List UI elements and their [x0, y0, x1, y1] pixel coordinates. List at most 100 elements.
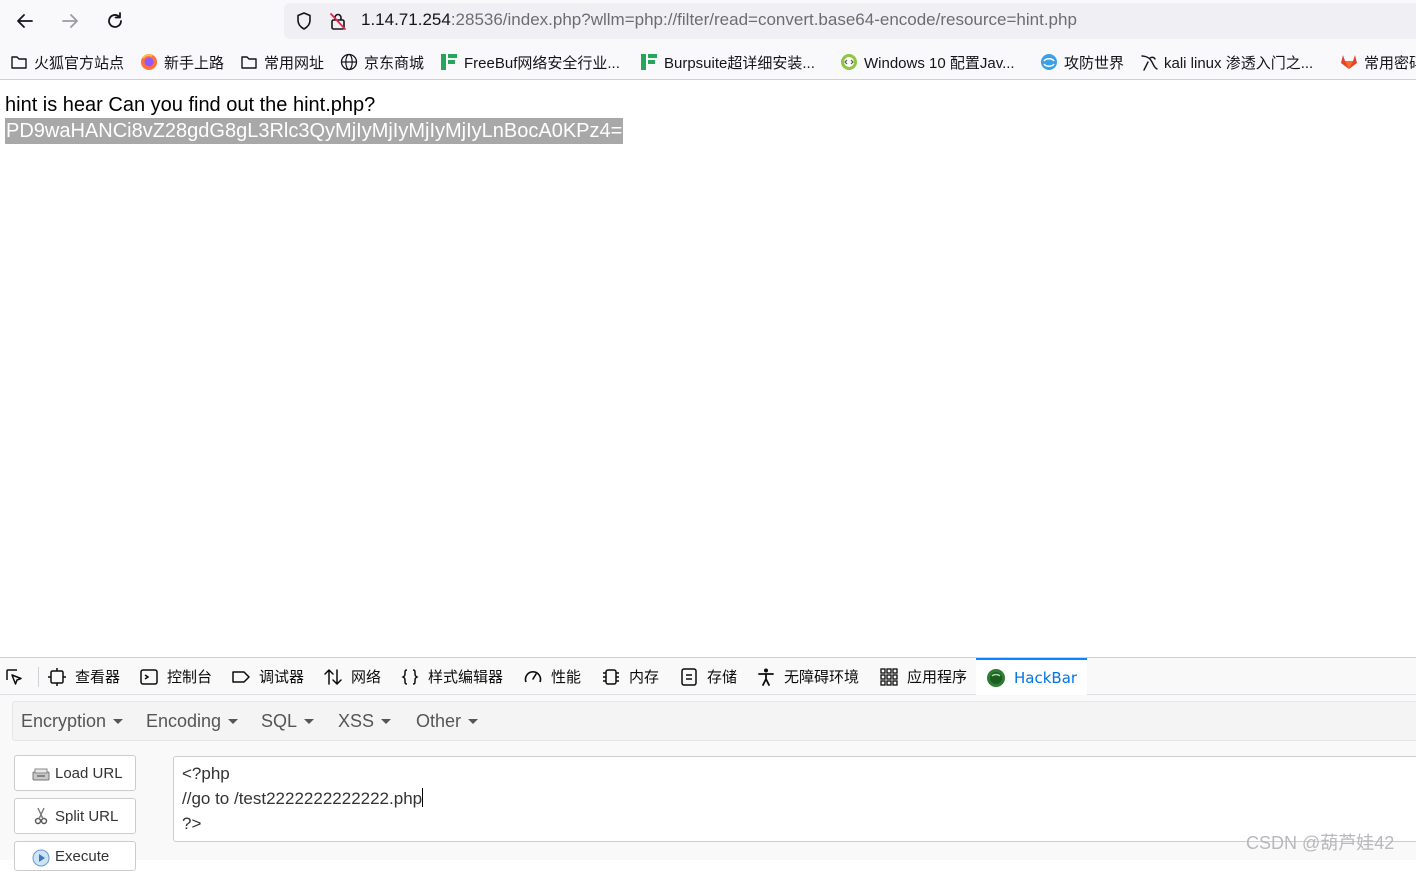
- inspector-icon: [48, 667, 66, 686]
- caret-down-icon: [228, 719, 239, 724]
- braces-icon: [401, 668, 419, 685]
- textarea-line: //go to /test2222222222222.php: [182, 789, 423, 808]
- button-label: Load URL: [55, 764, 123, 782]
- tab-console[interactable]: 控制台: [139, 658, 212, 695]
- bookmark-item[interactable]: FreeBuf网络安全行业...: [440, 51, 620, 73]
- menu-other[interactable]: Other: [416, 711, 479, 732]
- shield-icon[interactable]: [294, 11, 314, 31]
- reload-button[interactable]: [100, 6, 130, 36]
- menu-label: Encryption: [21, 711, 107, 731]
- tab-network[interactable]: 网络: [323, 658, 381, 695]
- textarea-line-with-cursor: //go to /test2222222222222.php: [182, 786, 1414, 811]
- tab-label: 应用程序: [907, 668, 968, 686]
- watermark: CSDN @葫芦娃42: [1246, 833, 1395, 853]
- arrow-left-icon: [17, 14, 33, 28]
- tab-inspector[interactable]: 查看器: [47, 658, 120, 695]
- back-button[interactable]: [10, 6, 40, 36]
- execute-button[interactable]: Execute: [14, 841, 136, 871]
- bookmark-label: 京东商城: [364, 54, 425, 72]
- url-path: :28536/index.php?wllm=php://filter/read=…: [450, 10, 1077, 29]
- storage-icon: [681, 667, 697, 686]
- tab-memory[interactable]: 内存: [601, 658, 659, 695]
- tab-style-editor[interactable]: 样式编辑器: [400, 658, 503, 695]
- bookmark-item[interactable]: 常用密码: [1340, 51, 1416, 73]
- url-host: 1.14.71.254: [361, 10, 451, 29]
- tab-label: 样式编辑器: [428, 668, 504, 686]
- menu-label: Other: [416, 711, 462, 731]
- insecure-lock-icon[interactable]: [328, 11, 348, 31]
- bookmark-label: kali linux 渗透入门之...: [1164, 54, 1314, 72]
- tab-label: 控制台: [167, 668, 213, 686]
- bookmark-label: Windows 10 配置Jav...: [864, 54, 1015, 72]
- arrow-right-icon: [62, 14, 78, 28]
- bookmark-item[interactable]: Burpsuite超详细安装...: [640, 51, 815, 73]
- tab-hackbar[interactable]: HackBar: [976, 658, 1088, 695]
- kali-icon: [1141, 55, 1158, 71]
- load-url-icon: [32, 768, 50, 781]
- hackbar-menu: Encryption Encoding SQL XSS Other: [12, 701, 1416, 741]
- element-picker-button[interactable]: [4, 658, 32, 695]
- bookmark-item[interactable]: kali linux 渗透入门之...: [1140, 51, 1313, 73]
- bookmark-label: Burpsuite超详细安装...: [664, 54, 815, 72]
- menu-label: XSS: [338, 711, 375, 731]
- url-bar[interactable]: 1.14.71.254:28536/index.php?wllm=php://f…: [284, 3, 1416, 39]
- play-icon: [32, 849, 50, 867]
- code-icon: [841, 54, 857, 70]
- url-text[interactable]: 1.14.71.254:28536/index.php?wllm=php://f…: [361, 10, 1077, 30]
- bookmark-item[interactable]: 新手上路: [140, 51, 224, 73]
- forward-button[interactable]: [55, 6, 85, 36]
- reload-icon: [108, 12, 122, 28]
- menu-label: Encoding: [146, 711, 222, 731]
- bookmark-item[interactable]: Windows 10 配置Jav...: [840, 51, 1015, 73]
- menu-encryption[interactable]: Encryption: [21, 711, 124, 732]
- tab-accessibility[interactable]: 无障碍环境: [756, 658, 859, 695]
- bookmark-item[interactable]: 常用网址: [240, 51, 324, 73]
- page-content: hint is hear Can you find out the hint.p…: [5, 92, 624, 144]
- tab-storage[interactable]: 存储: [679, 658, 737, 695]
- button-label: Split URL: [55, 807, 119, 825]
- element-picker-icon: [6, 668, 22, 685]
- base64-output[interactable]: PD9waHANCi8vZ28gdG8gL3Rlc3QyMjIyMjIyMjIy…: [5, 118, 624, 144]
- menu-sql[interactable]: SQL: [261, 711, 315, 732]
- tab-label: 网络: [351, 668, 382, 686]
- tab-debugger[interactable]: 调试器: [231, 658, 304, 695]
- network-icon: [324, 668, 342, 685]
- bookmark-item[interactable]: 攻防世界: [1040, 51, 1124, 73]
- devtools-tabbar: 查看器 控制台 调试器 网络 样式编辑器 性能 内存 存储 无障碍环境 应用程序…: [0, 658, 1416, 695]
- caret-down-icon: [304, 719, 315, 724]
- bookmark-label: 新手上路: [164, 54, 225, 72]
- hackbar-icon: [987, 668, 1005, 687]
- tab-label: 内存: [629, 668, 660, 686]
- menu-xss[interactable]: XSS: [338, 711, 392, 732]
- tab-label: 性能: [551, 668, 582, 686]
- globe-icon: [340, 53, 358, 71]
- bookmark-item[interactable]: 火狐官方站点: [10, 51, 124, 73]
- bookmark-item[interactable]: 京东商城: [340, 51, 424, 73]
- hackbar-url-textarea[interactable]: <?php //go to /test2222222222222.php ?>: [173, 756, 1416, 842]
- bookmark-label: FreeBuf网络安全行业...: [464, 54, 620, 72]
- tab-application[interactable]: 应用程序: [879, 658, 967, 695]
- bookmark-label: 常用网址: [264, 54, 325, 72]
- tab-label: 存储: [707, 668, 738, 686]
- tab-label: 调试器: [259, 668, 305, 686]
- hint-text: hint is hear Can you find out the hint.p…: [5, 94, 376, 116]
- console-icon: [140, 668, 158, 685]
- split-url-button[interactable]: Split URL: [14, 798, 136, 834]
- button-label: Execute: [55, 848, 110, 865]
- caret-down-icon: [381, 719, 392, 724]
- freebuf-icon: [641, 54, 657, 70]
- gauge-icon: [524, 670, 542, 682]
- text-cursor: [422, 788, 424, 807]
- caret-down-icon: [113, 719, 124, 724]
- tab-label: 无障碍环境: [784, 668, 860, 686]
- folder-icon: [241, 56, 257, 69]
- menu-label: SQL: [261, 711, 298, 731]
- tab-label: HackBar: [1014, 668, 1078, 687]
- folder-icon: [11, 56, 27, 69]
- textarea-line: <?php: [182, 764, 230, 783]
- bookmarks-toolbar: 火狐官方站点 新手上路 常用网址 京东商城 FreeBuf网络安全行业... B…: [0, 42, 1416, 80]
- firefox-icon: [141, 53, 157, 70]
- menu-encoding[interactable]: Encoding: [146, 711, 239, 732]
- load-url-button[interactable]: Load URL: [14, 755, 136, 791]
- tab-performance[interactable]: 性能: [523, 658, 581, 695]
